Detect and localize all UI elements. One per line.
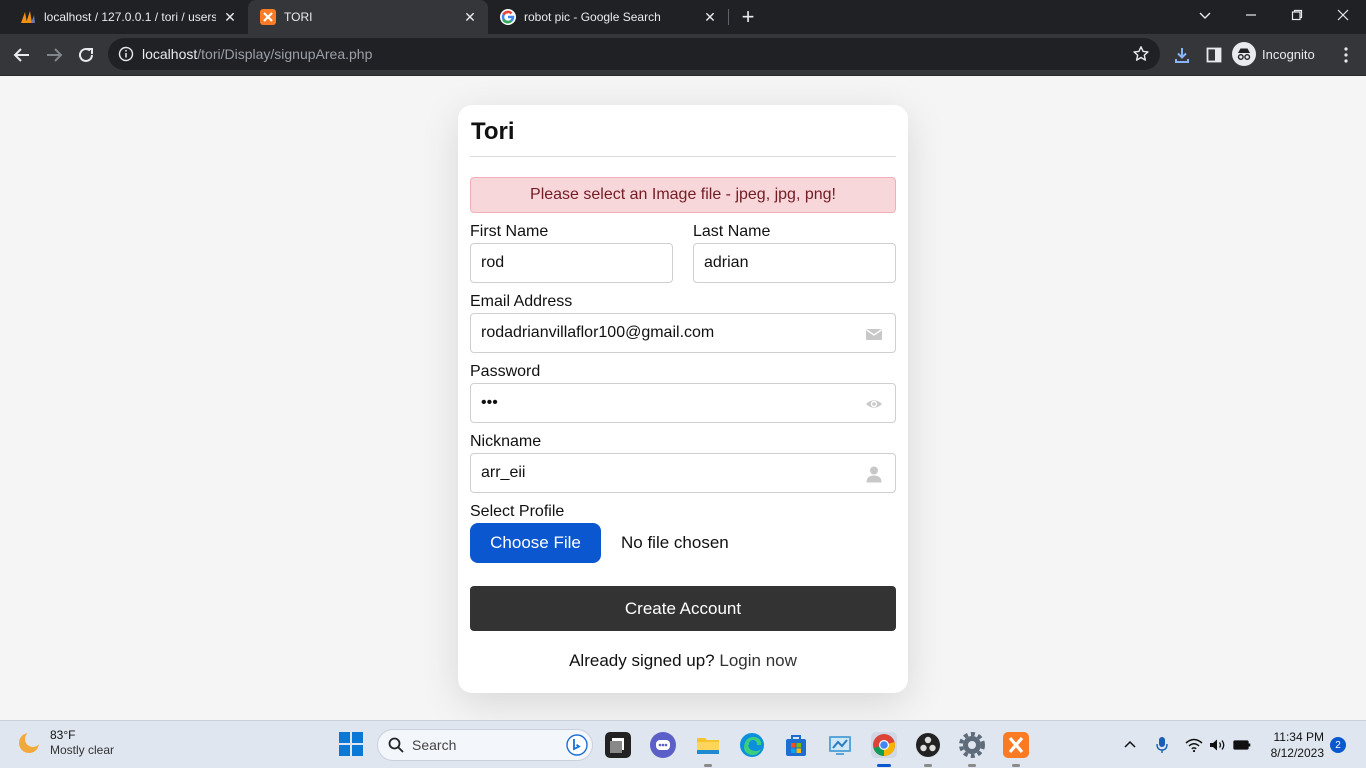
login-prompt: Already signed up? Login now [458,651,908,671]
clock-time: 11:34 PM [1273,730,1324,744]
back-button[interactable] [8,41,36,69]
new-tab-button[interactable]: + [736,4,760,29]
close-icon[interactable]: ✕ [222,9,238,25]
tab-tori[interactable]: TORI ✕ [248,0,488,34]
bing-icon [566,734,588,756]
tab-title: robot pic - Google Search [524,10,661,24]
nickname-value: arr_eii [481,464,526,481]
edge-icon[interactable] [739,732,765,758]
volume-icon[interactable] [1208,735,1228,755]
info-icon[interactable] [118,46,134,62]
task-view-icon[interactable] [605,732,631,758]
envelope-icon [866,329,882,340]
signup-card: Tori Please select an Image file - jpeg,… [458,105,908,693]
nickname-input[interactable]: arr_eii [470,453,896,493]
browser-toolbar: localhost/tori/Display/signupArea.php In… [0,34,1366,76]
close-icon[interactable]: ✕ [462,9,478,25]
login-prompt-text: Already signed up? [569,651,715,670]
search-placeholder: Search [412,737,457,753]
email-value: rodadrianvillaflor100@gmail.com [481,324,715,341]
start-button[interactable] [338,731,364,757]
xampp-taskbar-icon[interactable] [1003,732,1029,767]
windows-taskbar: 83°F Mostly clear Search 11:34 PM 8/12/2… [0,720,1366,768]
download-icon[interactable] [1168,41,1196,69]
google-icon [500,9,516,25]
bookmark-star-icon[interactable] [1132,45,1150,63]
email-input[interactable]: rodadrianvillaflor100@gmail.com [470,313,896,353]
microphone-icon[interactable] [1152,735,1172,755]
file-status: No file chosen [621,533,729,552]
restore-button[interactable] [1274,0,1320,30]
choose-file-button[interactable]: Choose File [470,523,601,563]
incognito-indicator[interactable]: Incognito [1232,39,1315,69]
password-label: Password [470,363,541,380]
file-explorer-icon[interactable] [695,732,721,767]
brand-title: Tori [471,118,515,145]
address-bar[interactable]: localhost/tori/Display/signupArea.php [108,38,1160,70]
tab-title: TORI [284,10,313,24]
profile-label: Select Profile [470,503,565,520]
battery-icon[interactable] [1232,735,1252,755]
minimize-button[interactable] [1228,0,1274,30]
chrome-icon[interactable] [871,732,897,767]
xampp-icon [260,9,276,25]
phpmyadmin-icon [20,9,36,25]
reload-button[interactable] [72,41,100,69]
browser-tab-strip: localhost / 127.0.0.1 / tori / users ✕ T… [0,0,1366,34]
eye-icon[interactable] [865,395,883,413]
nickname-label: Nickname [470,433,542,450]
clock-date: 8/12/2023 [1270,746,1324,760]
close-window-button[interactable] [1320,0,1366,30]
incognito-label: Incognito [1262,46,1315,62]
tab-google-search[interactable]: robot pic - Google Search ✕ [488,0,728,34]
store-icon[interactable] [783,732,809,758]
user-icon [866,466,882,483]
tab-separator [728,9,729,25]
first-name-label: First Name [470,223,549,240]
url-path: /tori/Display/signupArea.php [197,46,373,62]
last-name-label: Last Name [693,223,771,240]
password-input[interactable]: ••• [470,383,896,423]
divider [470,156,896,157]
tab-title: localhost / 127.0.0.1 / tori / users [44,10,216,24]
first-name-input[interactable]: rod [470,243,673,283]
side-panel-icon[interactable] [1200,41,1228,69]
tab-phpmyadmin[interactable]: localhost / 127.0.0.1 / tori / users ✕ [8,0,248,34]
windows-logo-icon [339,732,363,756]
incognito-icon [1232,42,1256,66]
notification-badge[interactable]: 2 [1330,737,1346,753]
create-account-button[interactable]: Create Account [470,586,896,631]
kebab-menu-icon[interactable] [1332,41,1360,69]
tray-chevron-up-icon[interactable] [1120,735,1140,755]
settings-gear-icon[interactable] [959,732,985,767]
error-alert: Please select an Image file - jpeg, jpg,… [470,177,896,213]
wifi-icon[interactable] [1184,735,1204,755]
page-viewport: Tori Please select an Image file - jpeg,… [0,77,1366,720]
password-value: ••• [481,394,498,411]
moon-icon [19,731,41,753]
weather-temp: 83°F [50,728,76,742]
email-label: Email Address [470,293,573,310]
control-panel-icon[interactable] [827,732,853,758]
tab-search-chevron-icon[interactable] [1182,0,1228,30]
last-name-input[interactable]: adrian [693,243,896,283]
login-now-link[interactable]: Login now [719,651,797,670]
url-host: localhost [142,46,198,62]
taskbar-search[interactable]: Search [377,729,593,761]
obs-studio-icon[interactable] [915,732,941,767]
system-clock[interactable]: 11:34 PM 8/12/2023 [1262,729,1324,761]
search-icon [388,737,404,753]
close-icon[interactable]: ✕ [702,9,718,25]
weather-condition: Mostly clear [50,743,115,757]
forward-button[interactable] [40,41,68,69]
url-text: localhost/tori/Display/signupArea.php [142,46,372,62]
weather-widget[interactable]: 83°F Mostly clear [16,728,114,758]
chat-icon[interactable] [650,732,676,758]
